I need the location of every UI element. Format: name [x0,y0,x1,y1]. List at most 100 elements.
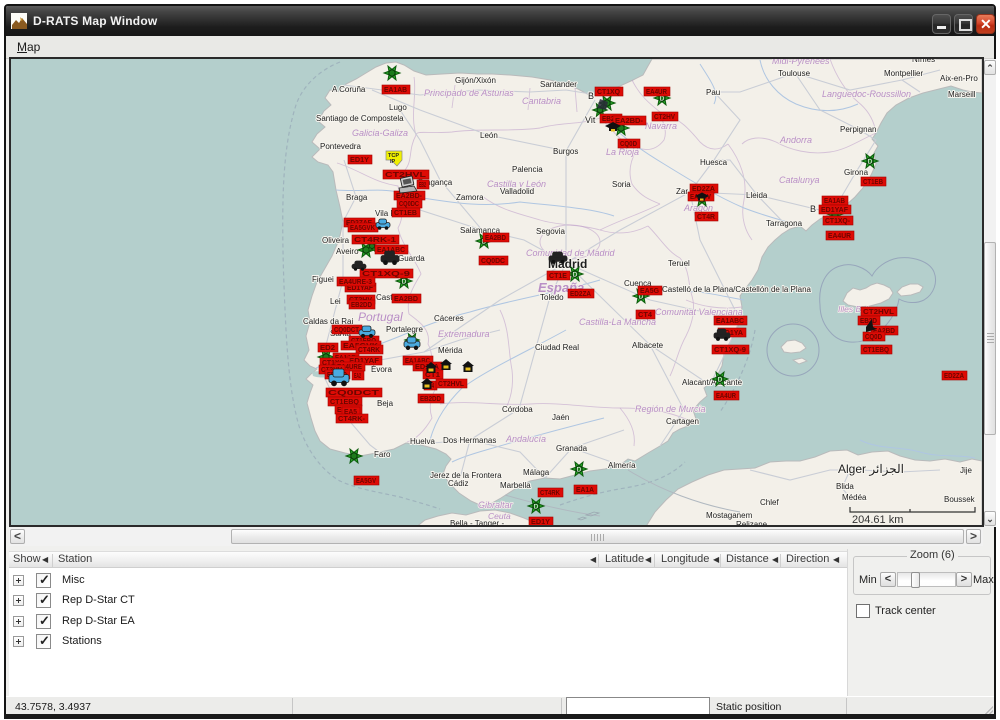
svg-text:EA4UR: EA4UR [828,233,851,240]
svg-text:Cádiz: Cádiz [448,479,468,488]
svg-text:EA5GV: EA5GV [356,478,376,485]
svg-text:Oliveira: Oliveira [322,236,350,245]
svg-text:D: D [660,95,665,102]
svg-text:Lleida: Lleida [746,191,768,200]
svg-text:Jaén: Jaén [552,413,569,422]
svg-text:Tarragona: Tarragona [766,219,803,228]
svg-text:Girona: Girona [844,168,869,177]
svg-text:Dos Hermanas: Dos Hermanas [443,436,496,445]
svg-text:EA1AB: EA1AB [824,198,845,205]
svg-text:CQ0DC: CQ0DC [481,258,505,265]
svg-text:B: B [810,204,816,214]
svg-text:Córdoba: Córdoba [502,405,533,414]
svg-text:Alger الجزائر: Alger الجزائر [838,462,904,476]
svg-text:CT4RK: CT4RK [540,490,560,497]
svg-text:CT1EBQ: CT1EBQ [863,347,889,354]
svg-text:CQ0D: CQ0D [620,141,637,148]
svg-text:Cáceres: Cáceres [434,314,464,323]
svg-text:CT4: CT4 [638,312,652,319]
svg-text:Braga: Braga [346,193,368,202]
svg-text:CT2HVL: CT2HVL [863,309,895,316]
svg-text:Boussek: Boussek [944,495,976,504]
svg-text:Almería: Almería [608,461,636,470]
svg-text:Catalunya: Catalunya [779,175,820,185]
svg-text:CQ0DC: CQ0DC [399,201,419,208]
svg-text:Pontevedra: Pontevedra [320,142,361,151]
svg-text:D: D [534,503,539,510]
svg-text:EA2BD: EA2BD [485,235,506,242]
svg-text:Mérida: Mérida [438,346,463,355]
svg-text:Nîmes: Nîmes [912,59,935,64]
svg-text:Relizane: Relizane [736,520,768,525]
svg-text:Languedoc-Roussillon: Languedoc-Roussillon [822,89,911,99]
svg-text:EA4UR: EA4UR [716,393,736,400]
svg-text:Huesca: Huesca [700,158,728,167]
svg-text:Marseill: Marseill [948,90,976,99]
svg-text:Zar: Zar [676,187,688,196]
svg-text:EA5G: EA5G [640,288,660,295]
svg-text:CQ0DCT: CQ0DCT [328,390,380,397]
svg-text:Chlef: Chlef [760,498,779,507]
svg-text:EA1A: EA1A [576,487,594,494]
svg-text:Figuei: Figuei [312,275,334,284]
svg-text:La Rioja: La Rioja [606,147,639,157]
svg-text:Cantabria: Cantabria [522,96,561,106]
svg-text:Albacete: Albacete [632,341,664,350]
svg-text:Galicia-Galiza: Galicia-Galiza [352,128,408,138]
svg-text:EA4URE-3: EA4URE-3 [339,279,372,286]
svg-text:Gijón/Xixón: Gijón/Xixón [455,76,496,85]
svg-text:CT1XQ-: CT1XQ- [825,218,851,225]
svg-text:Évora: Évora [371,365,392,374]
svg-text:Bella - Tanger -: Bella - Tanger - [450,519,504,525]
svg-text:CT1XQ: CT1XQ [597,89,621,96]
svg-text:Palencia: Palencia [512,165,543,174]
svg-text:Midi-Pyrénées: Midi-Pyrénées [772,59,830,66]
svg-text:Santander: Santander [540,80,577,89]
svg-text:Portalegre: Portalegre [386,325,423,334]
svg-text:Vit: Vit [585,115,596,125]
svg-text:Soria: Soria [612,180,631,189]
svg-text:CT4RK: CT4RK [358,347,380,354]
svg-text:Toulouse: Toulouse [778,69,811,78]
svg-text:CQ0D: CQ0D [865,334,882,341]
svg-text:CT4R: CT4R [697,214,715,221]
svg-text:Valladolid: Valladolid [500,187,534,196]
svg-text:Comunitat Valenciana: Comunitat Valenciana [655,307,743,317]
svg-text:ED1Y: ED1Y [350,157,369,164]
svg-text:CT2HV: CT2HV [654,114,675,121]
svg-text:Jije: Jije [960,466,973,475]
svg-text:EA1ABC: EA1ABC [716,318,744,325]
svg-text:EA1AB: EA1AB [384,87,407,94]
svg-text:Principado de Asturias: Principado de Asturias [424,88,514,98]
svg-text:Médéa: Médéa [842,493,867,502]
svg-text:D: D [718,376,723,383]
svg-text:CT1EB: CT1EB [394,210,417,217]
svg-text:EA4UR: EA4UR [646,89,667,96]
svg-text:Granada: Granada [556,444,588,453]
svg-text:Teruel: Teruel [668,259,690,268]
svg-text:ED2ZA: ED2ZA [570,291,591,298]
svg-text:D: D [573,271,578,278]
svg-text:EA2BD-: EA2BD- [615,118,644,125]
svg-text:Ciudad Real: Ciudad Real [535,343,579,352]
svg-text:Aveiro: Aveiro [336,247,359,256]
svg-text:EB2DD: EB2DD [351,302,372,309]
svg-text:Huelva: Huelva [410,437,435,446]
svg-text:CT1XQ-9: CT1XQ-9 [714,347,746,354]
svg-text:Aix-en-Pro: Aix-en-Pro [940,74,978,83]
svg-text:Cartagen: Cartagen [666,417,699,426]
svg-text:Montpellier: Montpellier [884,69,923,78]
svg-text:D: D [577,466,582,473]
svg-text:Marbella: Marbella [500,481,531,490]
svg-text:ED2ZA: ED2ZA [944,373,964,380]
svg-text:Málaga: Málaga [523,468,550,477]
svg-text:Burgos: Burgos [553,147,578,156]
svg-text:D: D [402,278,407,285]
svg-text:204.61 km: 204.61 km [852,514,903,525]
svg-text:Beja: Beja [377,399,394,408]
svg-text:Santiago de Compostela: Santiago de Compostela [316,114,404,123]
svg-text:CT1: CT1 [425,372,440,379]
svg-text:ED1Y: ED1Y [531,519,550,525]
svg-text:Portugal: Portugal [358,310,403,324]
svg-text:Pau: Pau [706,88,720,97]
